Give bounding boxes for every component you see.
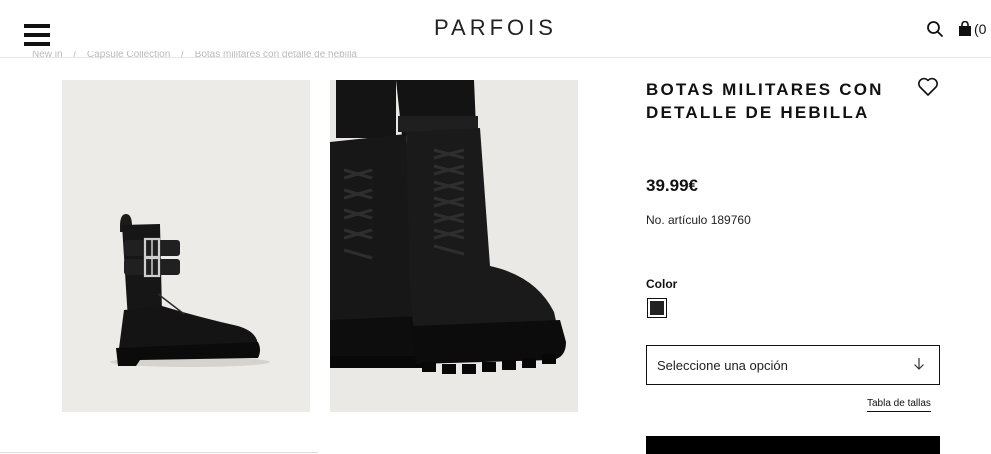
breadcrumb-item[interactable]: Capsule Collection [87, 51, 170, 59]
heart-icon[interactable] [917, 77, 939, 97]
size-select[interactable]: Seleccione una opción [646, 345, 940, 385]
breadcrumb: New in / Capsule Collection / Botas mili… [32, 51, 365, 59]
search-icon[interactable] [926, 20, 944, 38]
product-title: BOTAS MILITARES CON DETALLE DE HEBILLA [646, 80, 884, 122]
color-swatch-black[interactable] [647, 298, 667, 318]
cart-button[interactable]: (0 [958, 19, 986, 39]
add-to-cart-button[interactable] [646, 436, 940, 454]
divider [0, 452, 318, 453]
breadcrumb-separator: / [73, 51, 77, 59]
breadcrumb-separator: / [181, 51, 184, 59]
swatch-fill [650, 301, 664, 315]
arrow-down-icon [914, 358, 924, 370]
shopping-bag-icon [959, 21, 971, 36]
product-price: 39.99€ [646, 176, 698, 195]
product-image-closeup[interactable] [330, 80, 578, 412]
breadcrumb-item: Botas militares con detalle de hebilla [194, 51, 357, 59]
color-label: Color [646, 277, 678, 291]
breadcrumb-item[interactable]: New in [32, 51, 63, 59]
size-guide-link[interactable]: Tabla de tallas [867, 398, 931, 412]
product-sku: No. artículo 189760 [646, 213, 751, 227]
product-image-side[interactable] [62, 80, 310, 412]
cart-count: (0 [974, 21, 987, 37]
brand-logo[interactable]: PARFOIS [0, 15, 991, 41]
site-header: PARFOIS (0 [0, 0, 991, 58]
size-select-placeholder: Seleccione una opción [657, 358, 788, 373]
